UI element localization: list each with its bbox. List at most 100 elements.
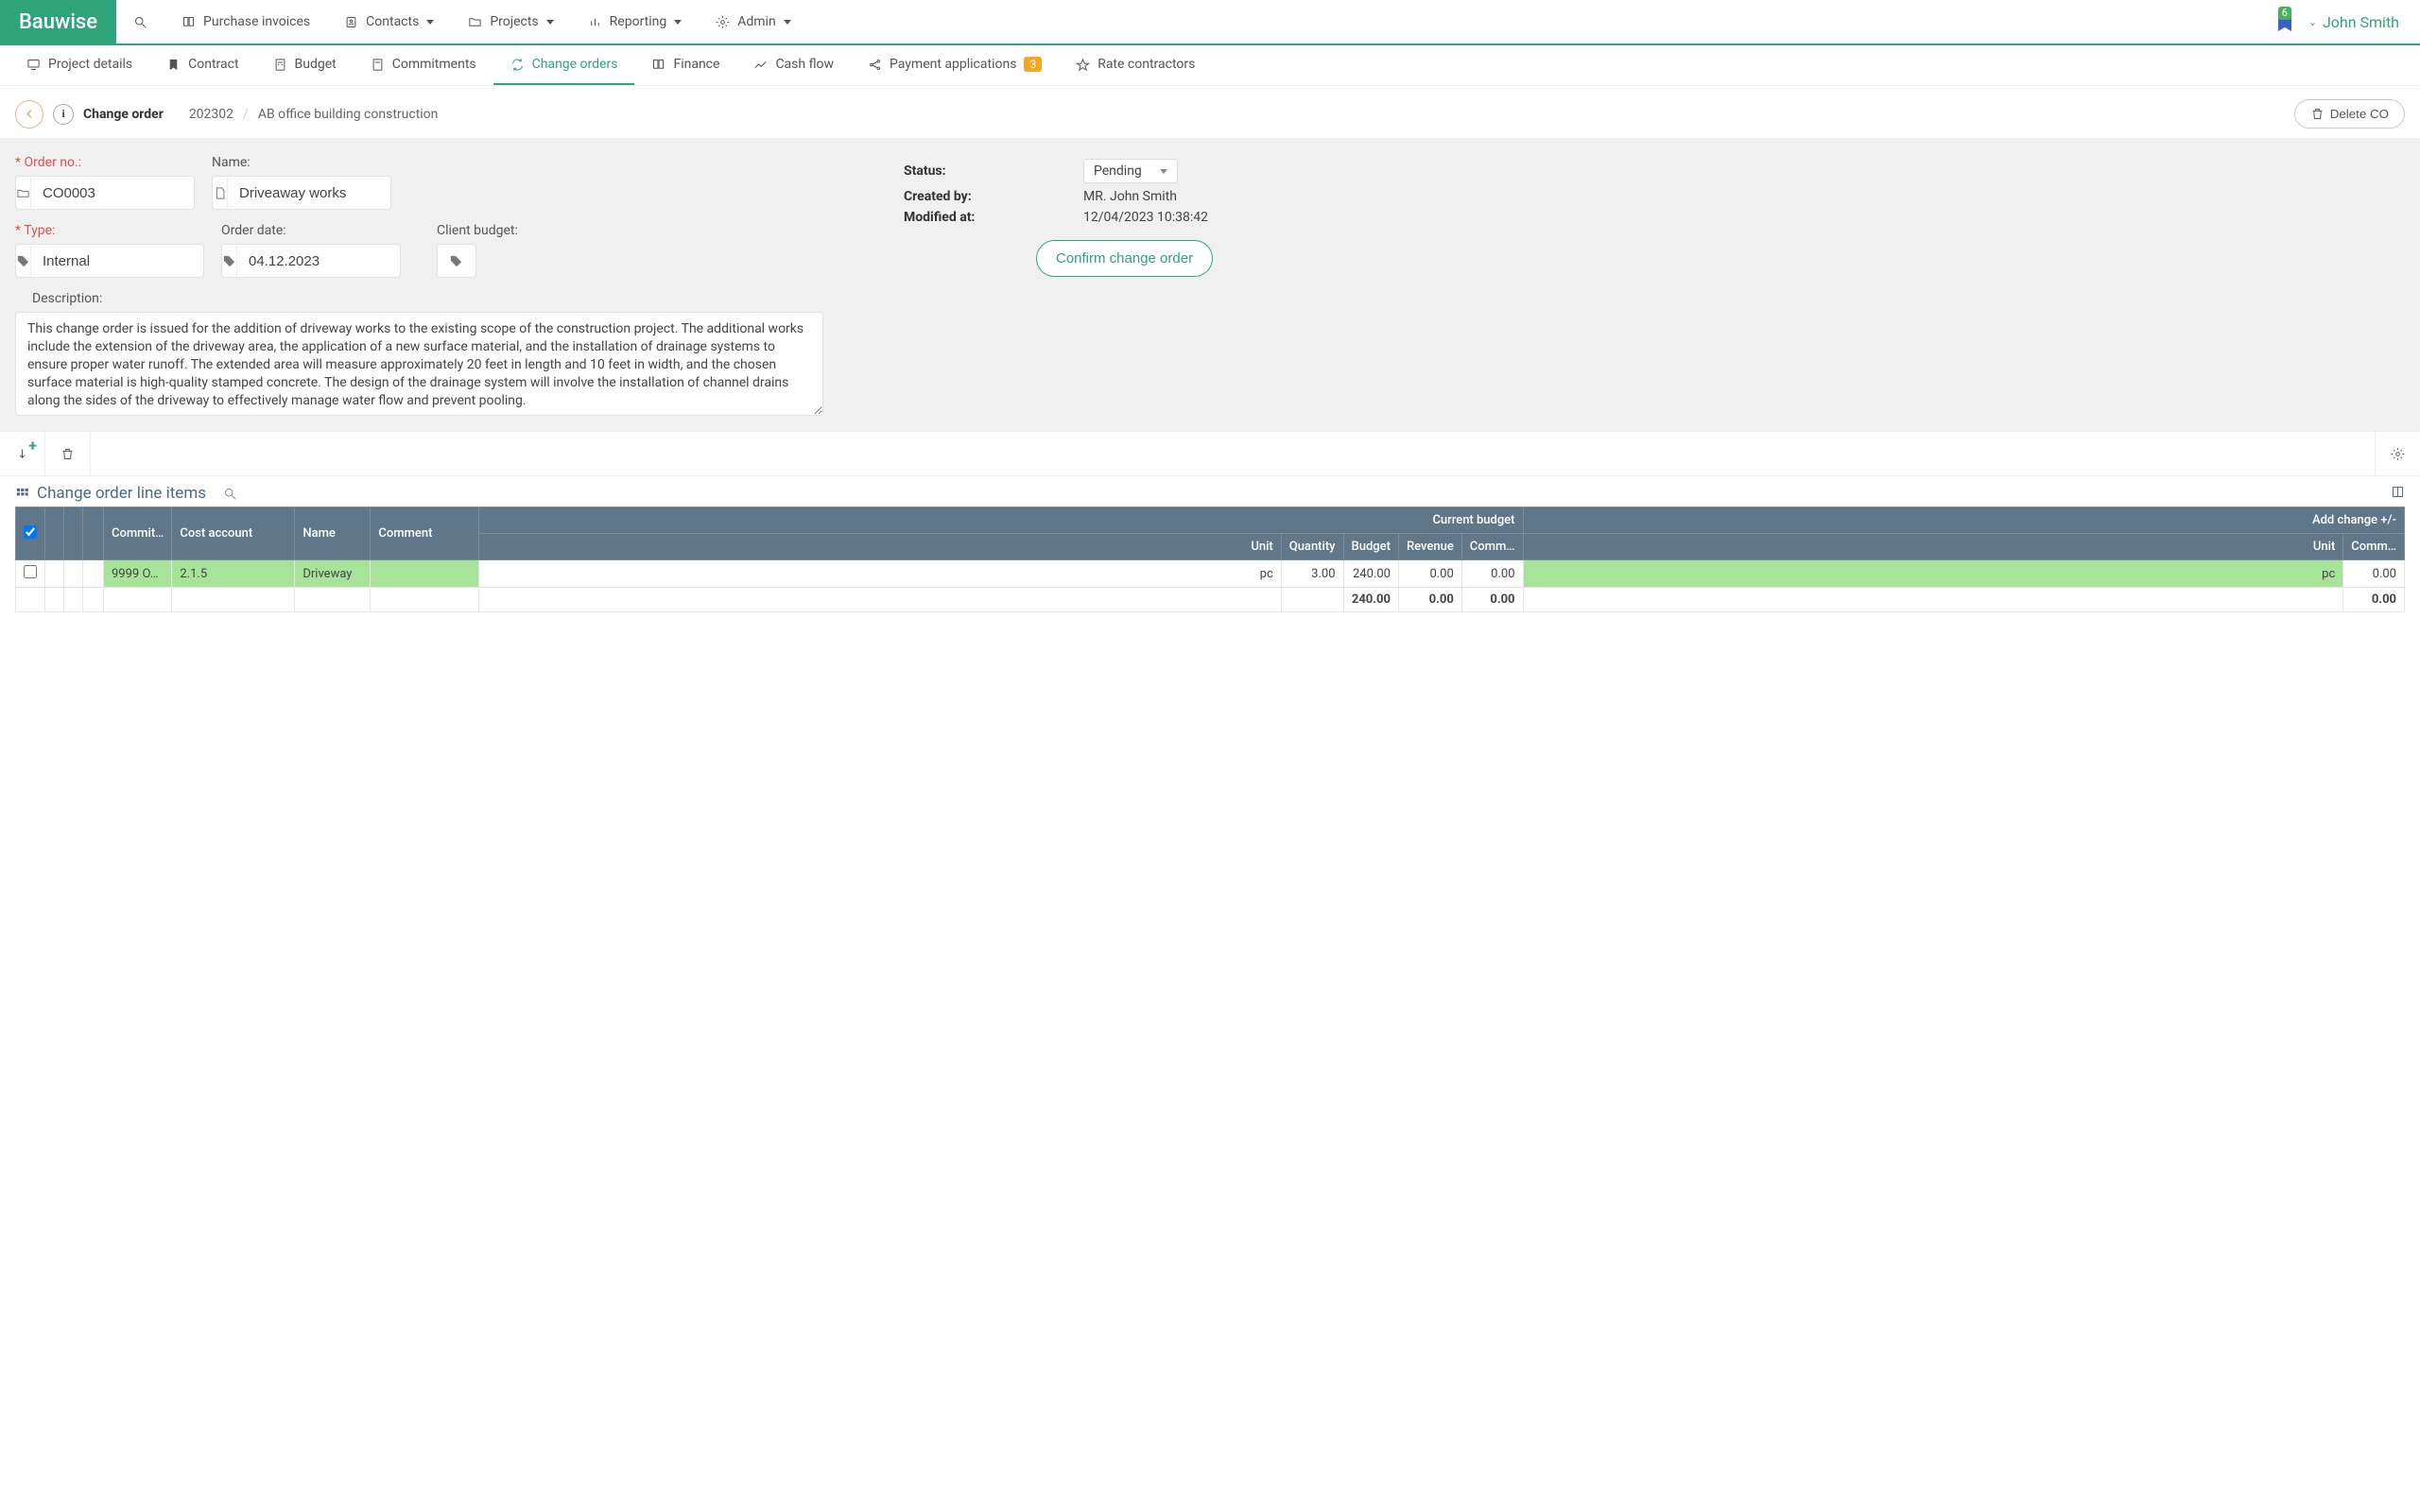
- order-date-input[interactable]: [237, 245, 401, 277]
- type-select[interactable]: ▾: [15, 244, 204, 278]
- client-budget-label: Client budget:: [437, 223, 550, 238]
- columns-icon: [2391, 485, 2405, 499]
- nav-label: Purchase invoices: [203, 14, 310, 29]
- delete-row-button[interactable]: [45, 431, 91, 476]
- total-budget: 240.00: [1343, 588, 1398, 612]
- th-revenue[interactable]: Revenue: [1398, 534, 1461, 560]
- th-cost-account[interactable]: Cost account: [172, 507, 295, 560]
- th-unit[interactable]: Unit: [479, 534, 1281, 560]
- cell-name[interactable]: Driveway: [295, 560, 371, 588]
- th-unit2[interactable]: Unit: [1523, 534, 2343, 560]
- tab-payment-applications[interactable]: Payment applications 3: [851, 45, 1059, 85]
- cell-cost-account[interactable]: 2.1.5: [172, 560, 295, 588]
- cell-revenue[interactable]: 0.00: [1398, 560, 1461, 588]
- nav-search[interactable]: [116, 0, 164, 44]
- th-comm2[interactable]: Comm…: [1461, 534, 1523, 560]
- breadcrumb-separator: /: [243, 107, 249, 122]
- line-items-table: Commit… Cost account Name Comment Curren…: [15, 507, 2405, 612]
- th-comm3[interactable]: Comm…: [2343, 534, 2405, 560]
- user-name: John Smith: [2323, 13, 2399, 31]
- order-date-input-wrap: [221, 244, 401, 278]
- description-label: Description:: [32, 291, 875, 306]
- th-quantity[interactable]: Quantity: [1281, 534, 1343, 560]
- calculator-icon: [273, 58, 287, 72]
- caret-icon: [674, 20, 682, 25]
- tab-change-orders[interactable]: Change orders: [493, 45, 635, 85]
- breadcrumb-row: i Change order 202302 / AB office buildi…: [0, 86, 2420, 138]
- delete-co-button[interactable]: Delete CO: [2294, 99, 2405, 129]
- nav-reporting[interactable]: Reporting: [571, 0, 700, 44]
- line-items-toolbar: +: [0, 431, 2420, 476]
- cell-quantity[interactable]: 3.00: [1281, 560, 1343, 588]
- tab-finance[interactable]: Finance: [634, 45, 736, 85]
- select-all-checkbox[interactable]: [24, 525, 37, 539]
- bookmark-icon: [166, 58, 181, 72]
- chart-icon: [588, 15, 602, 29]
- tab-cash-flow[interactable]: Cash flow: [736, 45, 851, 85]
- table-settings-button[interactable]: [2375, 431, 2420, 476]
- back-button[interactable]: [15, 100, 43, 129]
- folder-icon: [468, 15, 482, 29]
- tab-label: Finance: [673, 57, 719, 72]
- tab-contract[interactable]: Contract: [149, 45, 255, 85]
- cell-commit[interactable]: 9999 O…: [104, 560, 172, 588]
- status-value: Pending: [1094, 163, 1142, 179]
- nav-label: Admin: [737, 14, 775, 29]
- nav-projects[interactable]: Projects: [451, 0, 570, 44]
- notification-ribbon[interactable]: 6: [2274, 9, 2295, 35]
- tab-project-details[interactable]: Project details: [9, 45, 149, 85]
- tab-pill: 3: [1024, 57, 1042, 72]
- page-title: Change order: [83, 107, 164, 122]
- calculator-icon: [371, 58, 385, 72]
- trash-icon: [60, 447, 75, 461]
- nav-contacts[interactable]: Contacts: [327, 0, 451, 44]
- button-label: Delete CO: [2330, 107, 2389, 121]
- cell-unit[interactable]: pc: [479, 560, 1281, 588]
- plus-icon: +: [28, 437, 37, 455]
- brand-logo[interactable]: Bauwise: [0, 0, 116, 44]
- th-add-change: Add change +/-: [1523, 507, 2404, 534]
- th-budget[interactable]: Budget: [1343, 534, 1398, 560]
- created-label: Created by:: [904, 189, 1083, 204]
- th-comment[interactable]: Comment: [371, 507, 479, 560]
- tab-label: Change orders: [532, 57, 618, 72]
- status-select[interactable]: Pending: [1083, 159, 1178, 183]
- search-icon[interactable]: [223, 487, 237, 501]
- add-row-button[interactable]: +: [0, 431, 45, 476]
- cell-comm2[interactable]: 0.00: [1461, 560, 1523, 588]
- table-row[interactable]: 9999 O… 2.1.5 Driveway pc 3.00 240.00 0.…: [16, 560, 2405, 588]
- tab-label: Cash flow: [775, 57, 834, 72]
- th-select-all[interactable]: [16, 507, 45, 560]
- name-input[interactable]: [228, 177, 391, 209]
- row-checkbox[interactable]: [24, 565, 37, 578]
- tab-label: Rate contractors: [1098, 57, 1195, 72]
- description-textarea[interactable]: [15, 312, 823, 416]
- confirm-change-order-button[interactable]: Confirm change order: [1036, 240, 1213, 277]
- tag-icon: [438, 245, 474, 277]
- cell-unit2[interactable]: pc: [1523, 560, 2343, 588]
- nav-label: Reporting: [610, 14, 667, 29]
- caret-icon: [784, 20, 791, 25]
- nav-admin[interactable]: Admin: [699, 0, 807, 44]
- nav-purchase-invoices[interactable]: Purchase invoices: [164, 0, 327, 44]
- column-toggle-button[interactable]: [2391, 485, 2405, 503]
- notification-count: 6: [2278, 7, 2291, 20]
- th-name[interactable]: Name: [295, 507, 371, 560]
- info-button[interactable]: i: [53, 104, 74, 125]
- cell-budget[interactable]: 240.00: [1343, 560, 1398, 588]
- tab-label: Contract: [188, 57, 238, 72]
- tab-commitments[interactable]: Commitments: [354, 45, 493, 85]
- cell-comm3[interactable]: 0.00: [2343, 560, 2405, 588]
- table-total-row: 240.00 0.00 0.00 0.00: [16, 588, 2405, 612]
- cell-comment[interactable]: [371, 560, 479, 588]
- th-commit[interactable]: Commit…: [104, 507, 172, 560]
- tab-budget[interactable]: Budget: [256, 45, 354, 85]
- nav-label: Projects: [490, 14, 538, 29]
- type-value: [31, 245, 204, 277]
- total-comm3: 0.00: [2343, 588, 2405, 612]
- user-menu[interactable]: ⌄ John Smith: [2308, 13, 2399, 31]
- chevron-left-icon: [23, 107, 37, 121]
- tab-rate-contractors[interactable]: Rate contractors: [1059, 45, 1212, 85]
- order-no-input[interactable]: [31, 177, 195, 209]
- modified-value: 12/04/2023 10:38:42: [1083, 210, 1208, 225]
